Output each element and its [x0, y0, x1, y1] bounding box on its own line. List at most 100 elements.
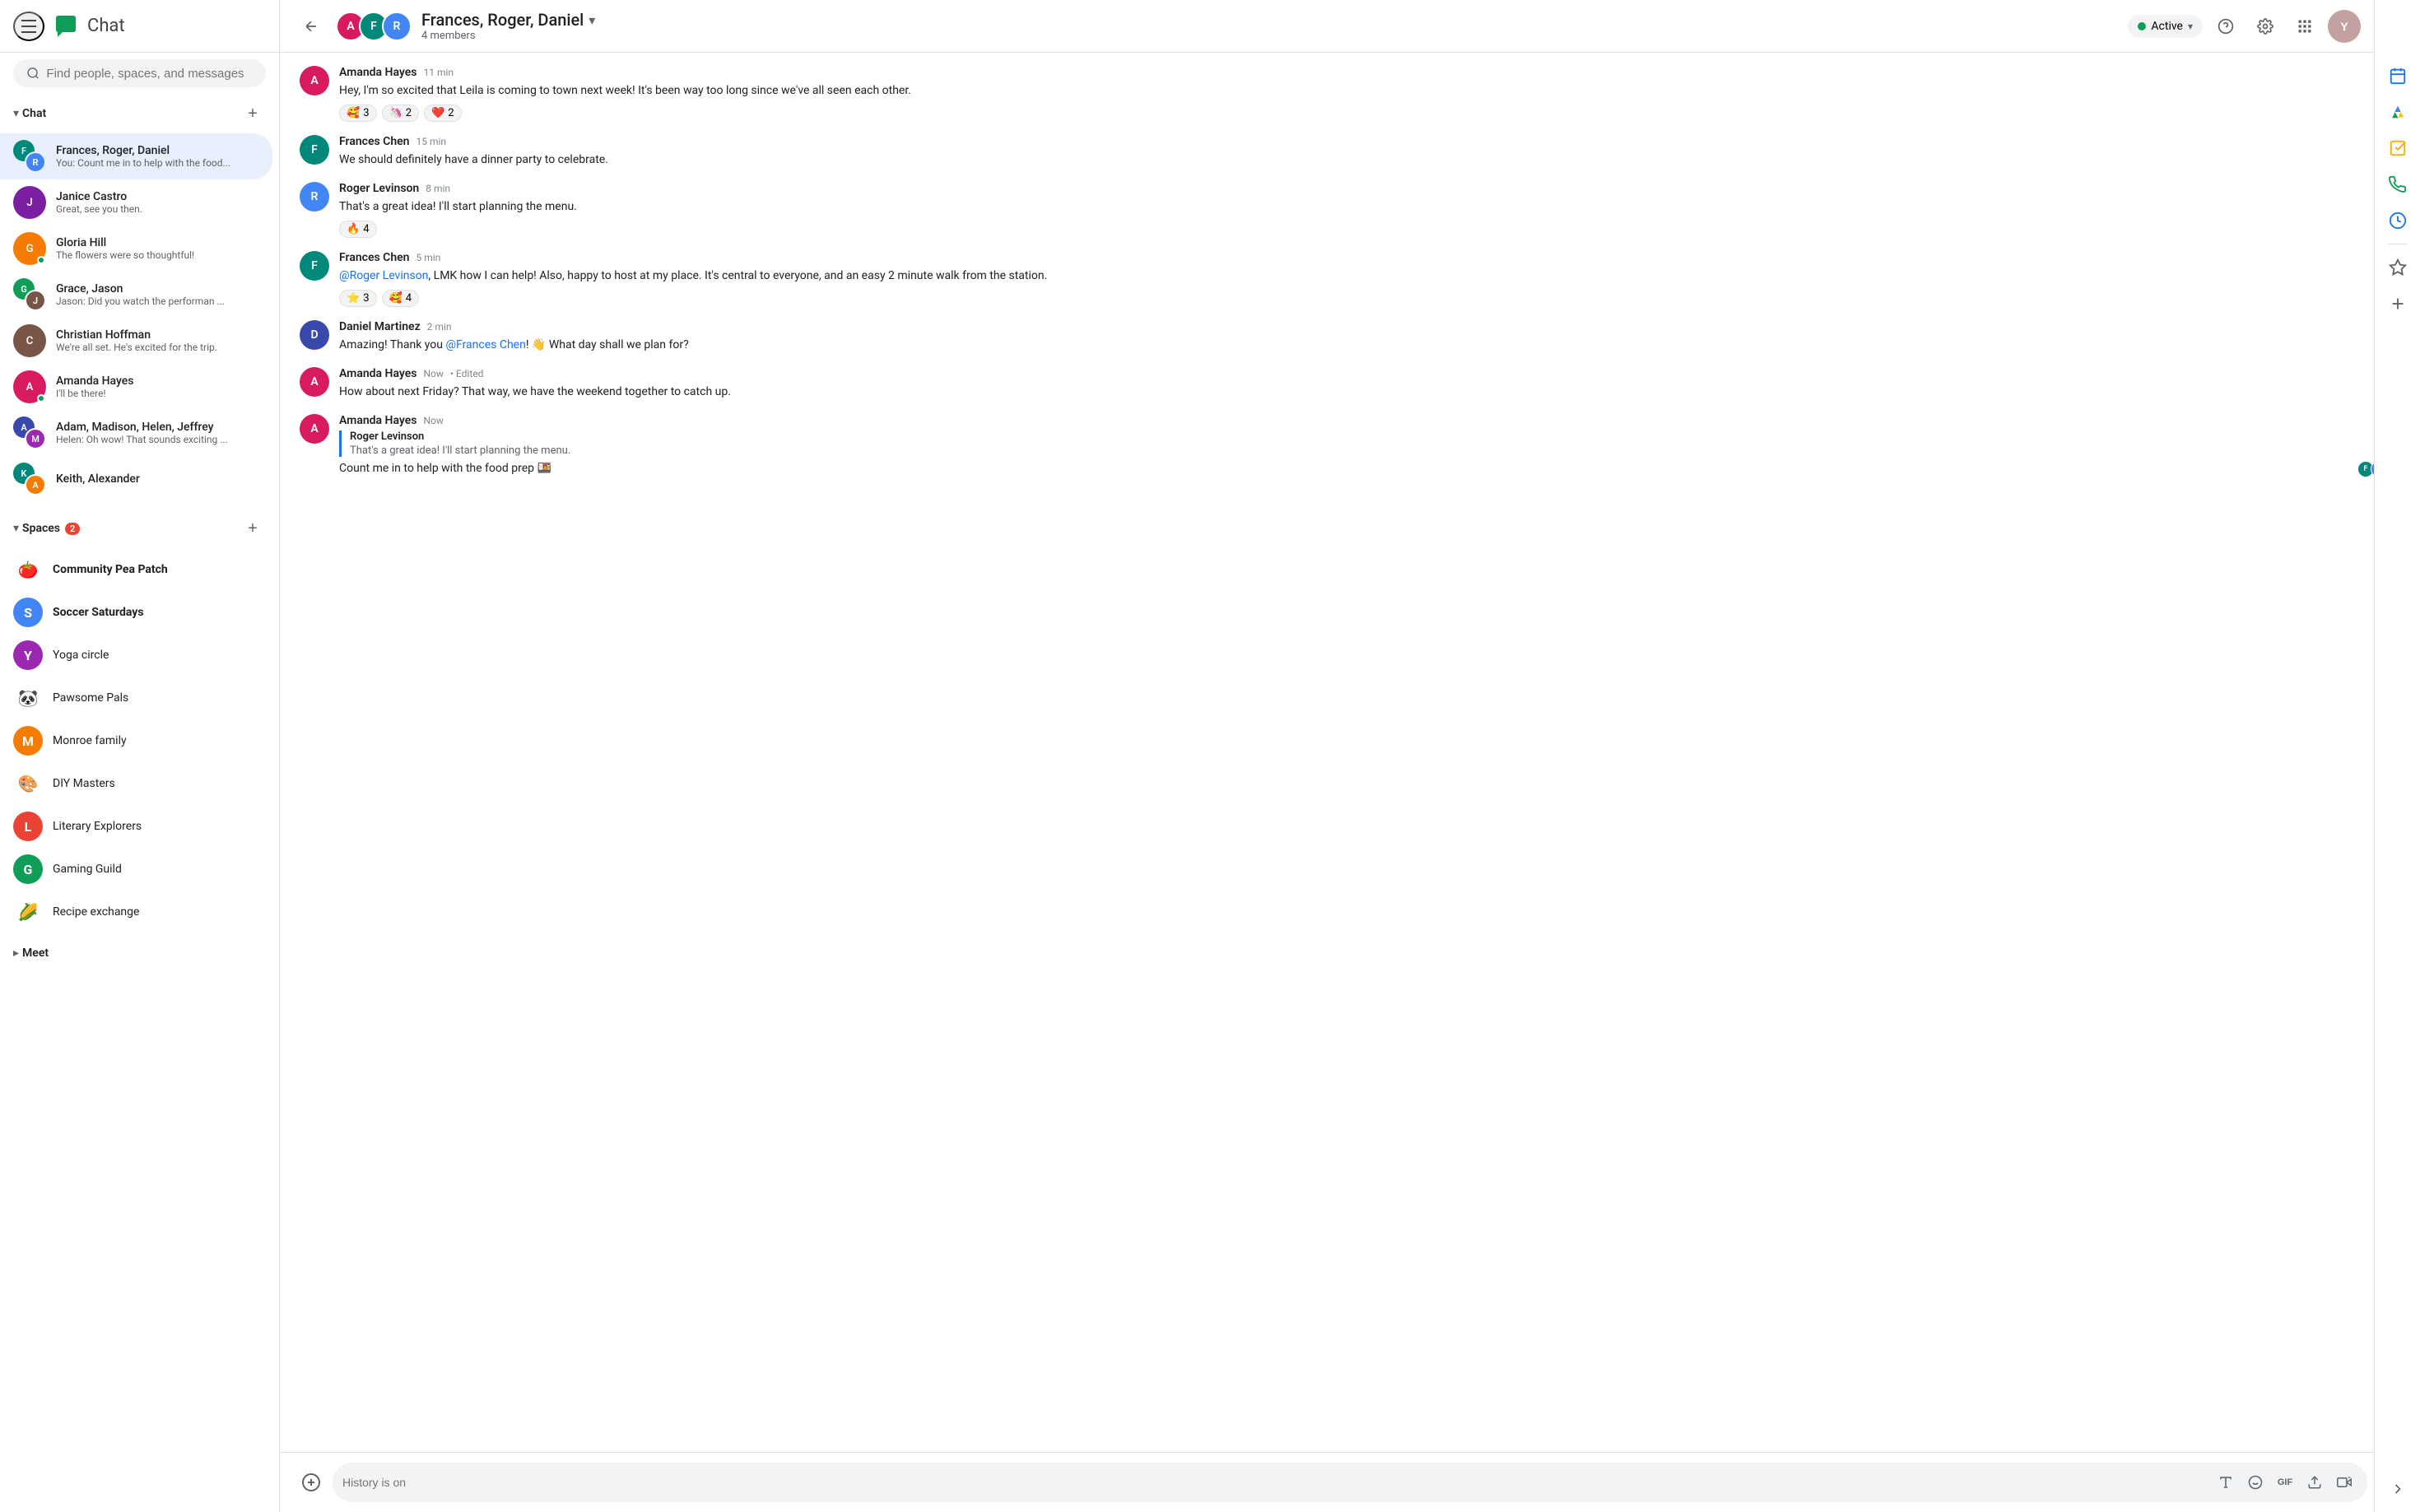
- message-author: Amanda Hayes: [339, 414, 417, 427]
- tasks-icon-btn[interactable]: [2381, 132, 2414, 165]
- space-item-literary-explorers[interactable]: L Literary Explorers: [0, 805, 272, 848]
- status-chevron-icon: ▾: [2188, 21, 2193, 32]
- star-icon-btn[interactable]: [2381, 251, 2414, 284]
- chat-section-label: Chat: [22, 107, 240, 120]
- message-time: Now: [423, 368, 443, 379]
- phone-icon: [2389, 175, 2407, 193]
- meet-chevron-icon: ▸: [13, 947, 19, 960]
- search-bar[interactable]: [13, 59, 266, 87]
- user-avatar-button[interactable]: Y: [2328, 10, 2361, 43]
- plus-icon-btn[interactable]: [2381, 287, 2414, 320]
- meet-section-header[interactable]: ▸ Meet: [0, 940, 279, 966]
- reaction-star[interactable]: ⭐3: [339, 290, 377, 307]
- message-header: Frances Chen 5 min: [339, 251, 2400, 264]
- chat-name: Grace, Jason: [56, 282, 259, 295]
- message-header: Amanda Hayes 11 min: [339, 66, 2400, 79]
- message-time: 11 min: [423, 67, 454, 78]
- upload-icon: [2307, 1475, 2322, 1490]
- chat-item-frances-roger-daniel[interactable]: F R Frances, Roger, Daniel You: Count me…: [0, 133, 272, 179]
- settings-button[interactable]: [2249, 10, 2282, 43]
- chat-item-gloria-hill[interactable]: G Gloria Hill The flowers were so though…: [0, 226, 272, 272]
- back-button[interactable]: [296, 12, 326, 41]
- message-input[interactable]: [342, 1476, 2213, 1489]
- reaction-2[interactable]: 🦄2: [382, 105, 420, 122]
- search-input[interactable]: [46, 67, 253, 81]
- space-item-gaming-guild[interactable]: G Gaming Guild: [0, 848, 272, 891]
- calendar-icon-btn[interactable]: [2381, 59, 2414, 92]
- chat-header: A F R Frances, Roger, Daniel ▾ 4 members: [280, 0, 2420, 53]
- drive-icon-btn[interactable]: [2381, 95, 2414, 128]
- help-button[interactable]: [2209, 10, 2242, 43]
- spaces-badge: 2: [65, 523, 80, 535]
- emoji-button[interactable]: [2242, 1469, 2269, 1496]
- phone-icon-btn[interactable]: [2381, 168, 2414, 201]
- right-sidebar: [2374, 0, 2420, 1512]
- video-icon: [2337, 1475, 2352, 1490]
- message-input-wrapper[interactable]: GIF: [333, 1463, 2367, 1502]
- status-button[interactable]: Active ▾: [2128, 15, 2203, 38]
- star-icon: [2389, 258, 2407, 277]
- chat-info: Frances, Roger, Daniel You: Count me in …: [56, 144, 259, 169]
- chat-item-janice-castro[interactable]: J Janice Castro Great, see you then.: [0, 179, 272, 226]
- chat-title[interactable]: Frances, Roger, Daniel ▾: [421, 10, 2404, 30]
- chat-avatar-group: A M: [13, 416, 46, 449]
- message-time: 8 min: [426, 183, 450, 194]
- more-icon-btn[interactable]: [2381, 1472, 2414, 1505]
- video-button[interactable]: [2331, 1469, 2357, 1496]
- spaces-section-header[interactable]: ▾ Spaces 2 +: [0, 509, 279, 548]
- space-icon: 🌽: [13, 897, 43, 927]
- todo-icon-btn[interactable]: [2381, 204, 2414, 237]
- space-item-pawsome-pals[interactable]: 🐼 Pawsome Pals: [0, 677, 272, 719]
- chat-preview: Jason: Did you watch the performan ...: [56, 295, 259, 307]
- chat-item-grace-jason[interactable]: G J Grace, Jason Jason: Did you watch th…: [0, 272, 272, 318]
- space-icon: S: [13, 598, 43, 627]
- chat-item-amanda-hayes[interactable]: A Amanda Hayes I'll be there!: [0, 364, 272, 410]
- hamburger-menu[interactable]: [13, 12, 44, 41]
- upload-button[interactable]: [2301, 1469, 2328, 1496]
- space-item-soccer-saturdays[interactable]: S Soccer Saturdays: [0, 591, 272, 634]
- message-4: F Frances Chen 5 min @Roger Levinson, LM…: [300, 251, 2400, 307]
- message-avatar: A: [300, 367, 329, 397]
- space-item-community-pea-patch[interactable]: 🍅 Community Pea Patch: [0, 548, 272, 591]
- reaction-love[interactable]: 🥰4: [382, 290, 420, 307]
- reaction-3[interactable]: ❤️2: [424, 105, 462, 122]
- space-item-yoga-circle[interactable]: Y Yoga circle: [0, 634, 272, 677]
- chat-info: Janice Castro Great, see you then.: [56, 190, 259, 215]
- message-author: Amanda Hayes: [339, 367, 417, 380]
- format-text-button[interactable]: [2213, 1469, 2239, 1496]
- calendar-icon: [2389, 67, 2407, 85]
- space-item-diy-masters[interactable]: 🎨 DIY Masters: [0, 762, 272, 805]
- settings-icon: [2257, 18, 2273, 35]
- chat-item-keith-alexander[interactable]: K A Keith, Alexander: [0, 456, 272, 502]
- new-space-button[interactable]: +: [240, 515, 266, 542]
- message-text: That's a great idea! I'll start planning…: [339, 198, 2400, 216]
- chat-info: Keith, Alexander: [56, 472, 259, 486]
- message-3: R Roger Levinson 8 min That's a great id…: [300, 182, 2400, 238]
- chat-section-header[interactable]: ▾ Chat +: [0, 94, 279, 133]
- chat-avatar-group: F R: [13, 140, 46, 173]
- chat-item-adam-group[interactable]: A M Adam, Madison, Helen, Jeffrey Helen:…: [0, 410, 272, 456]
- space-icon: M: [13, 726, 43, 756]
- message-content: Frances Chen 15 min We should definitely…: [339, 135, 2400, 169]
- add-content-button[interactable]: [296, 1468, 326, 1497]
- reaction-fire[interactable]: 🔥4: [339, 221, 377, 238]
- message-content: Amanda Hayes Now Roger Levinson That's a…: [339, 414, 2400, 477]
- drive-icon: [2389, 103, 2407, 121]
- quote-text: That's a great idea! I'll start planning…: [350, 444, 2400, 457]
- new-chat-button[interactable]: +: [240, 100, 266, 127]
- message-author: Roger Levinson: [339, 182, 419, 195]
- app-title: Chat: [87, 16, 125, 36]
- chat-item-christian-hoffman[interactable]: C Christian Hoffman We're all set. He's …: [0, 318, 272, 364]
- space-item-recipe-exchange[interactable]: 🌽 Recipe exchange: [0, 891, 272, 933]
- chat-logo-icon: [51, 12, 81, 41]
- space-name: Gaming Guild: [53, 863, 122, 876]
- chat-info: Grace, Jason Jason: Did you watch the pe…: [56, 282, 259, 307]
- group-avatar-2: J: [25, 290, 46, 311]
- space-item-monroe-family[interactable]: M Monroe family: [0, 719, 272, 762]
- gif-button[interactable]: GIF: [2272, 1469, 2298, 1496]
- space-icon: 🍅: [13, 555, 43, 584]
- apps-button[interactable]: [2288, 10, 2321, 43]
- message-author: Amanda Hayes: [339, 66, 417, 79]
- chat-name: Amanda Hayes: [56, 375, 259, 388]
- reaction-1[interactable]: 🥰3: [339, 105, 377, 122]
